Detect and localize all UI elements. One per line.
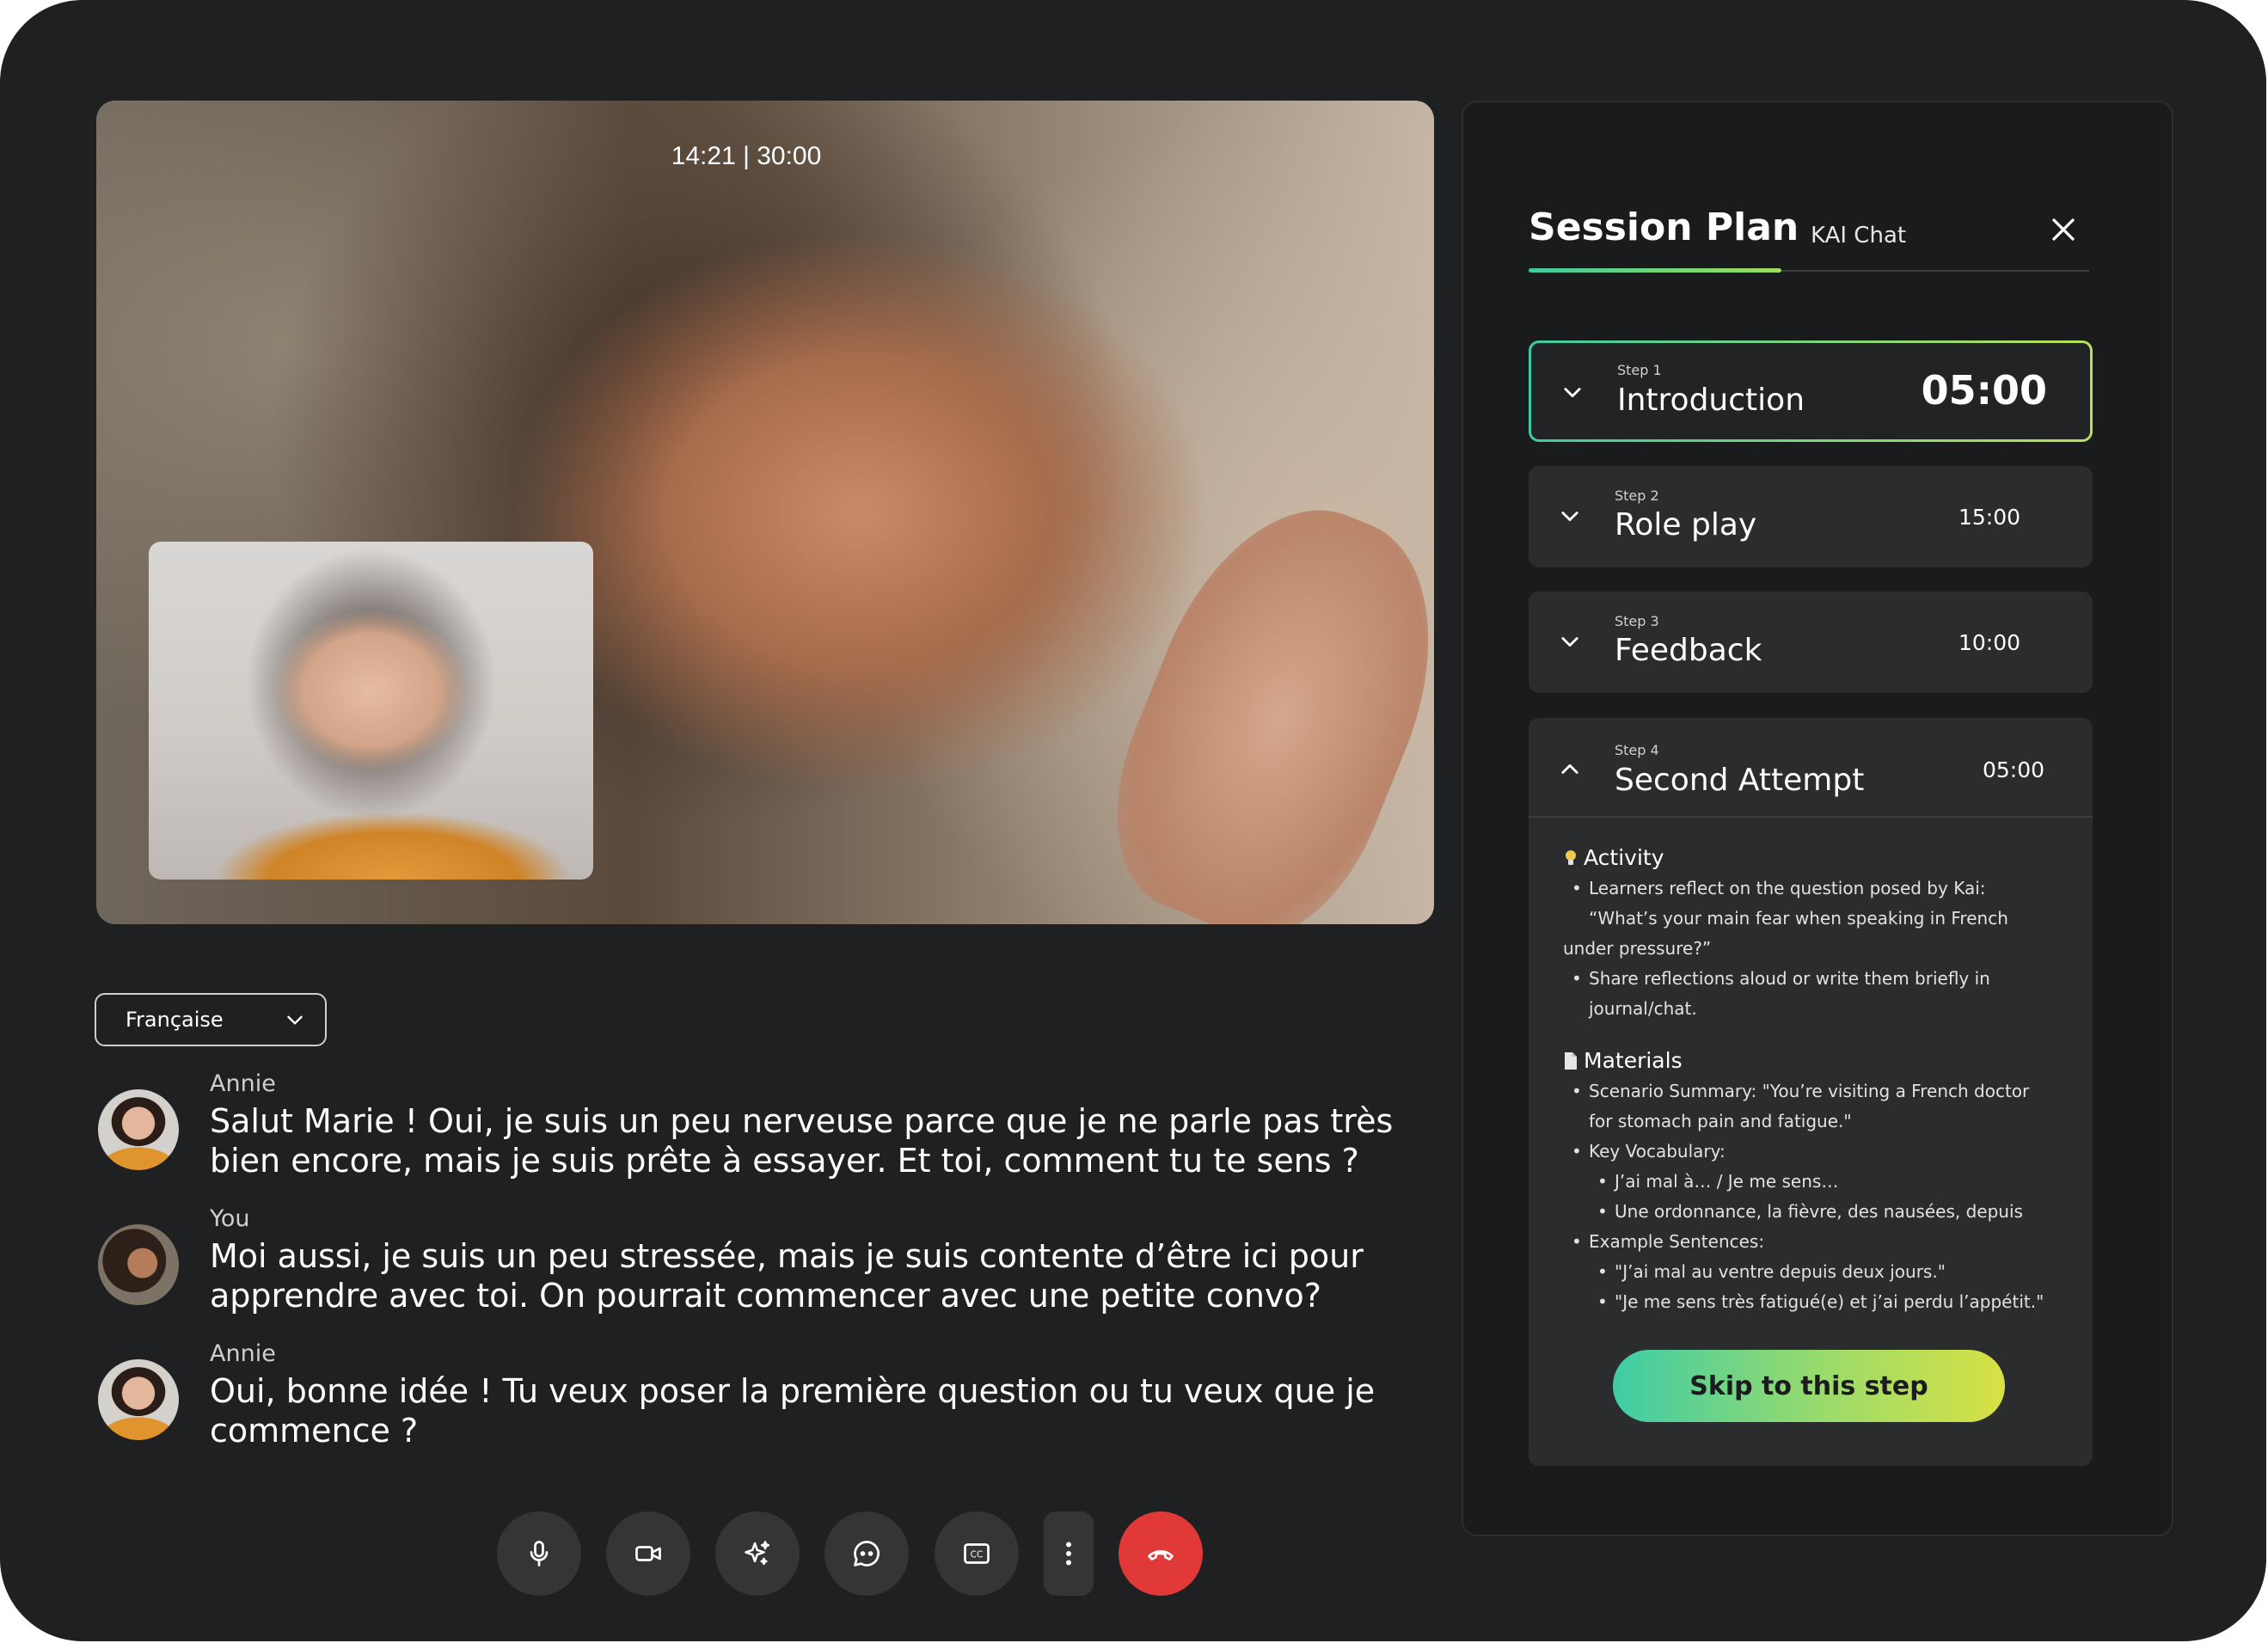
chat-bubble-icon [854, 1541, 880, 1566]
materials-heading: Materials [1563, 1048, 2070, 1073]
step-number: Step 1 [1617, 362, 1662, 378]
step-title: Introduction [1617, 383, 1805, 418]
video-hand-shape [1078, 472, 1434, 924]
step-details: Activity Learners reflect on the questio… [1563, 845, 2070, 1317]
tab-session-plan[interactable]: Session Plan [1529, 205, 1799, 249]
activity-bullet: Learners reflect on the question posed b… [1563, 874, 2070, 904]
materials-sub-bullet: "J’ai mal au ventre depuis deux jours." [1563, 1257, 2070, 1287]
call-controls: CC [0, 1511, 1530, 1597]
materials-bullet-cont: for stomach pain and fatigue." [1589, 1111, 1852, 1131]
session-plan-panel: Session Plan KAI Chat Step 1 Introductio… [1462, 101, 2173, 1536]
language-select-label: Française [126, 1008, 224, 1032]
step-number: Step 2 [1615, 487, 1659, 504]
materials-bullet: Example Sentences: [1563, 1227, 2070, 1257]
step-title: Second Attempt [1615, 763, 1865, 798]
close-icon [2052, 218, 2075, 241]
step-item-introduction[interactable]: Step 1 Introduction 05:00 [1529, 340, 2093, 442]
step-number: Step 3 [1615, 613, 1659, 629]
self-view-video[interactable] [149, 542, 593, 880]
chevron-down-icon [1564, 388, 1581, 398]
activity-bullet-cont: under pressure?” [1563, 938, 1712, 959]
speaker-name: You [210, 1205, 250, 1232]
step-title: Feedback [1615, 633, 1762, 668]
chat-button[interactable] [824, 1511, 909, 1596]
transcript-message: You Moi aussi, je suis un peu stressée, … [95, 1205, 1436, 1340]
tab-kai-chat[interactable]: KAI Chat [1811, 223, 1906, 248]
avatar [98, 1224, 179, 1305]
more-vertical-icon [1066, 1542, 1071, 1566]
activity-bullet-cont: “What’s your main fear when speaking in … [1589, 908, 2008, 929]
materials-sub-bullet: J’ai mal à… / Je me sens… [1563, 1167, 2070, 1197]
svg-text:CC: CC [971, 1550, 984, 1560]
step-duration: 05:00 [1982, 757, 2044, 782]
chevron-up-icon[interactable] [1558, 757, 1582, 782]
end-call-button[interactable] [1119, 1511, 1203, 1596]
materials-title: Materials [1584, 1048, 1683, 1073]
materials-bullet: Key Vocabulary: [1563, 1137, 2070, 1167]
mute-button[interactable] [497, 1511, 581, 1596]
message-text: Moi aussi, je suis un peu stressée, mais… [210, 1237, 1364, 1315]
language-select[interactable]: Française [95, 993, 327, 1046]
lightbulb-icon [1566, 849, 1576, 865]
call-timer: 14:21 | 30:00 [671, 142, 822, 170]
panel-tabs: Session Plan KAI Chat [1529, 205, 2089, 257]
captions-button[interactable]: CC [935, 1511, 1019, 1596]
activity-bullet: Share reflections aloud or write them br… [1563, 964, 2070, 994]
active-tab-indicator [1529, 268, 1781, 273]
materials-sub-bullet: "Je me sens très fatigué(e) et j’ai perd… [1563, 1287, 2070, 1317]
close-panel-button[interactable] [2044, 211, 2082, 248]
camera-button[interactable] [606, 1511, 690, 1596]
materials-sub-bullet: Une ordonnance, la fièvre, des nausées, … [1563, 1197, 2070, 1227]
main-video-feed: 14:21 | 30:00 [96, 101, 1434, 924]
step-divider [1529, 816, 2093, 818]
step-item-second-attempt: Step 4 Second Attempt 05:00 Activity Lea… [1529, 718, 2093, 1466]
sparkle-icon [745, 1541, 770, 1566]
video-camera-icon [635, 1546, 661, 1561]
step-duration: 10:00 [1958, 630, 2020, 655]
microphone-icon [530, 1541, 549, 1566]
transcript-message: Annie Oui, bonne idée ! Tu veux poser la… [95, 1340, 1436, 1475]
speaker-name: Annie [210, 1340, 276, 1367]
transcript-message: Annie Salut Marie ! Oui, je suis un peu … [95, 1070, 1436, 1205]
activity-title: Activity [1584, 845, 1664, 870]
app-window: 14:21 | 30:00 Française Annie Salut Mari… [0, 0, 2266, 1641]
transcript-list: Annie Salut Marie ! Oui, je suis un peu … [95, 1070, 1436, 1475]
more-options-button[interactable] [1044, 1511, 1094, 1596]
chevron-down-icon [1561, 512, 1578, 522]
skip-to-step-button[interactable]: Skip to this step [1613, 1350, 2005, 1422]
closed-captions-icon: CC [964, 1543, 990, 1564]
step-duration: 05:00 [1921, 367, 2047, 414]
chevron-down-icon [287, 1015, 303, 1025]
avatar [98, 1359, 179, 1440]
speaker-name: Annie [210, 1070, 276, 1097]
step-title: Role play [1615, 507, 1757, 543]
step-number: Step 4 [1615, 742, 1659, 758]
document-icon [1565, 1051, 1577, 1070]
activity-bullet-cont: journal/chat. [1589, 998, 1697, 1019]
materials-bullet: Scenario Summary: "You’re visiting a Fre… [1563, 1076, 2070, 1107]
step-item-feedback[interactable]: Step 3 Feedback 10:00 [1529, 592, 2093, 693]
activity-heading: Activity [1563, 845, 2070, 870]
step-item-role-play[interactable]: Step 2 Role play 15:00 [1529, 466, 2093, 567]
ai-assist-button[interactable] [715, 1511, 800, 1596]
end-call-icon [1148, 1550, 1174, 1560]
message-text: Salut Marie ! Oui, je suis un peu nerveu… [210, 1102, 1394, 1180]
step-duration: 15:00 [1958, 505, 2020, 530]
avatar [98, 1089, 179, 1170]
chevron-down-icon [1561, 637, 1578, 647]
message-text: Oui, bonne idée ! Tu veux poser la premi… [210, 1372, 1376, 1450]
